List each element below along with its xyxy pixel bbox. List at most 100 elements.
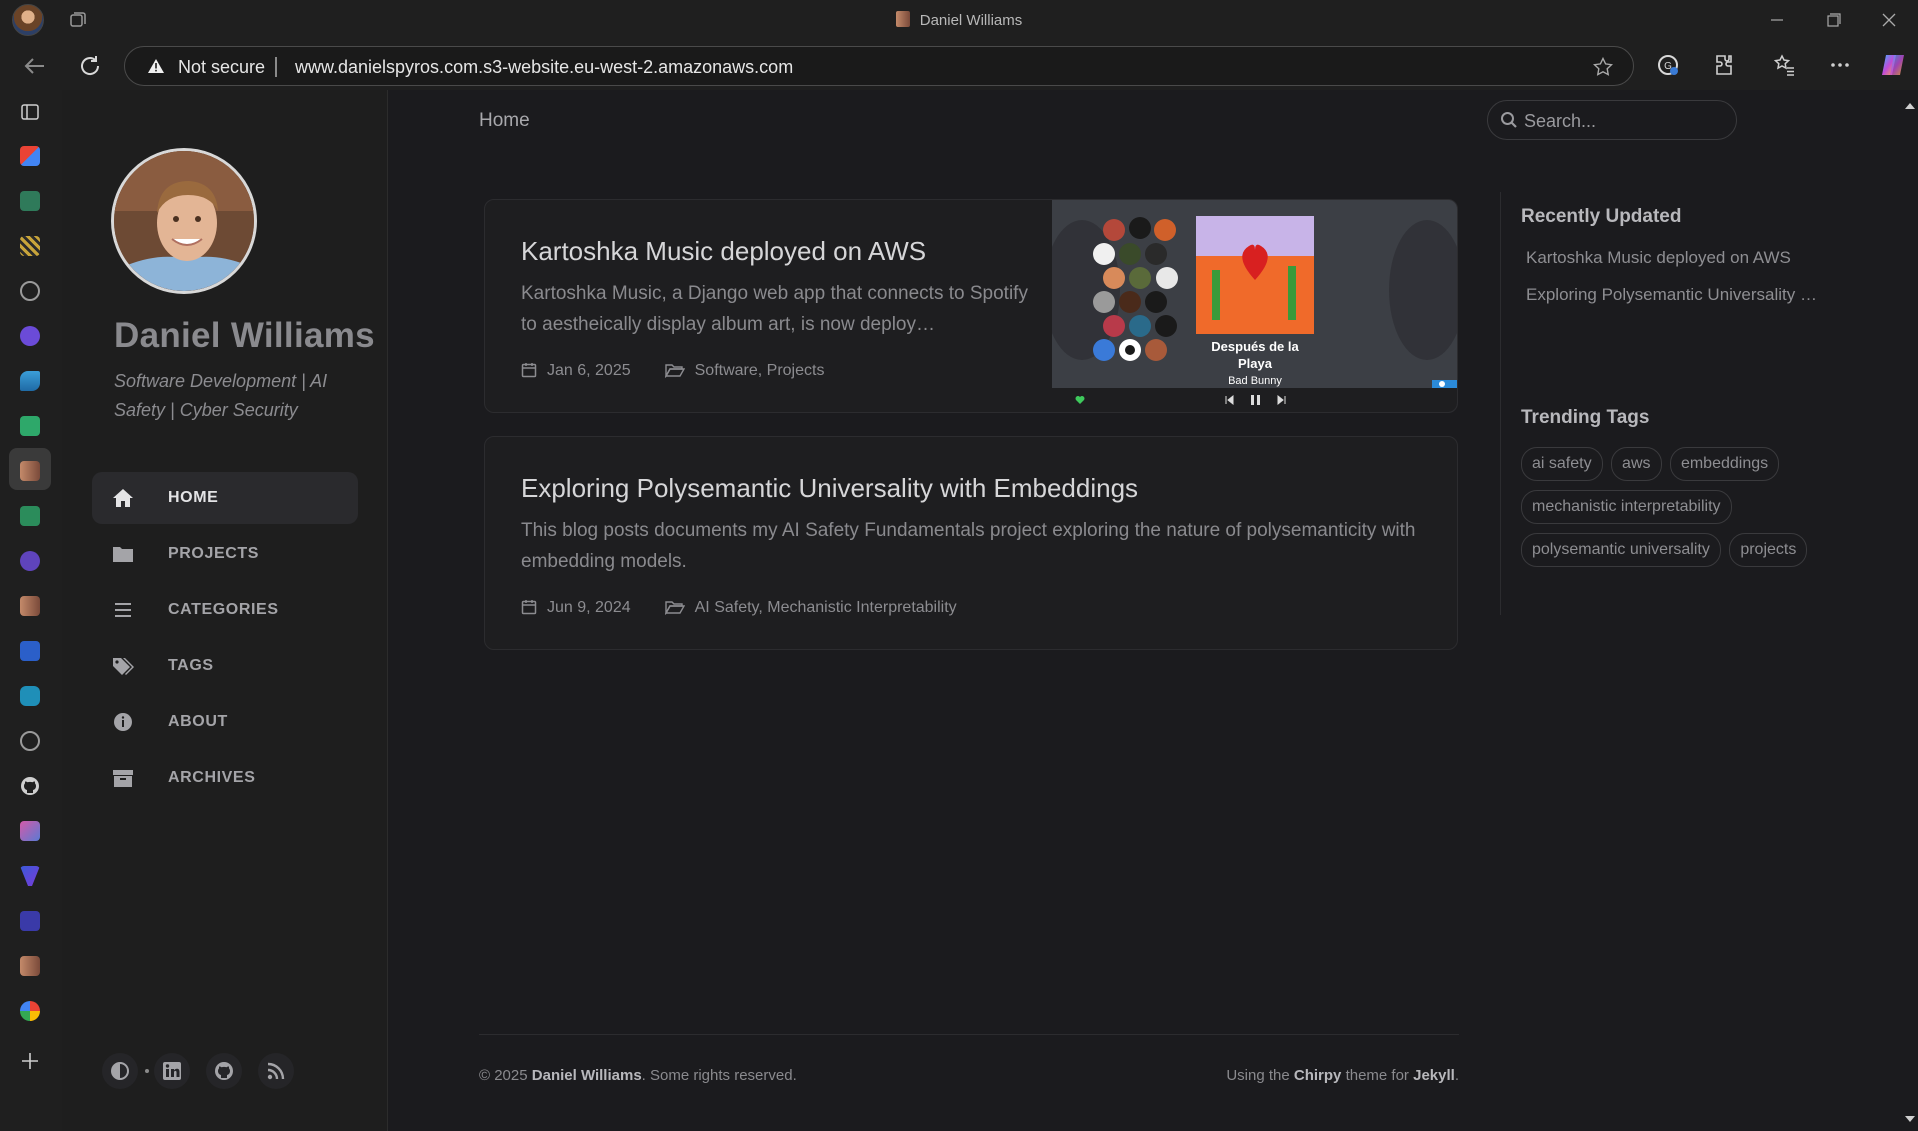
tab-icon-7[interactable] [20, 416, 40, 436]
trending-tags-heading: Trending Tags [1521, 407, 1650, 428]
post-description: This blog posts documents my AI Safety F… [521, 520, 1416, 572]
close-icon[interactable] [1876, 8, 1902, 32]
google-tab-icon[interactable] [20, 1001, 40, 1021]
scroll-up-icon[interactable] [1902, 98, 1918, 114]
tag-chip[interactable]: embeddings [1669, 447, 1780, 481]
page-scrollbar[interactable] [1902, 90, 1918, 1131]
stream-icon [115, 603, 131, 617]
post-title[interactable]: Kartoshka Music deployed on AWS [521, 236, 926, 267]
calendar-icon [521, 363, 537, 378]
right-panel: Recently Updated Kartoshka Music deploye… [1500, 192, 1840, 615]
archive-icon [113, 770, 133, 787]
active-site-tab-icon[interactable] [20, 461, 40, 481]
nav-item-archives[interactable]: ARCHIVES [92, 752, 358, 804]
post-preview-image[interactable]: Después de la Playa Bad Bunny [1052, 200, 1457, 412]
minimize-icon[interactable] [1764, 8, 1790, 32]
search-input[interactable] [1524, 109, 1724, 133]
dans-tools-tab-icon[interactable] [20, 911, 40, 931]
scroll-down-icon[interactable] [1902, 1111, 1918, 1127]
tab-icon-16[interactable] [20, 821, 40, 841]
browser-toolbar: Not secure www.danielspyros.com.s3-websi… [0, 40, 1918, 90]
recent-post-link[interactable]: Kartoshka Music deployed on AWS [1526, 248, 1826, 285]
nav-item-tags[interactable]: TAGS [92, 640, 358, 692]
favorite-star-icon[interactable] [1593, 57, 1613, 77]
blog-sidebar: Daniel Williams Software Development | A… [62, 90, 388, 1131]
security-label[interactable]: Not secure [178, 57, 265, 78]
tags-icon [113, 658, 134, 675]
blog-nav: HOME PROJECTS CATEGORIES TAGS ABOUT ARCH… [92, 472, 358, 808]
recently-updated-section: Recently Updated Kartoshka Music deploye… [1501, 192, 1840, 377]
copilot-icon[interactable] [1880, 51, 1908, 79]
nav-item-projects[interactable]: PROJECTS [92, 528, 358, 580]
extension-badge-icon[interactable]: G [1656, 53, 1680, 77]
nav-item-home[interactable]: HOME [92, 472, 358, 524]
github-button[interactable] [206, 1053, 242, 1089]
preview-album-title-2: Playa [1238, 356, 1273, 371]
tab-icon-2[interactable] [20, 191, 40, 211]
site-favicon-icon [895, 11, 910, 27]
sidebar-toggle-icon[interactable] [20, 102, 40, 122]
post-categories: Software, Projects [694, 362, 825, 379]
chirpy-link[interactable]: Chirpy [1294, 1067, 1342, 1084]
new-tab-plus-icon[interactable] [20, 1051, 40, 1071]
theme-toggle-button[interactable] [102, 1053, 138, 1089]
nav-item-categories[interactable]: CATEGORIES [92, 584, 358, 636]
tab-icon-9[interactable] [20, 506, 40, 526]
tag-chip[interactable]: aws [1611, 447, 1662, 481]
post-date: Jun 9, 2024 [547, 599, 631, 616]
footer-owner-link[interactable]: Daniel Williams [532, 1067, 642, 1084]
address-bar[interactable]: Not secure www.danielspyros.com.s3-websi… [124, 46, 1634, 86]
tab-icon-17[interactable] [20, 866, 40, 886]
extensions-puzzle-icon[interactable] [1712, 53, 1736, 77]
recent-post-link[interactable]: Exploring Polysemantic Universality … [1526, 285, 1826, 322]
tab-icon-19[interactable] [20, 956, 40, 976]
url-text[interactable]: www.danielspyros.com.s3-website.eu-west-… [295, 57, 793, 78]
window-title: Daniel Williams [0, 11, 1918, 29]
tab-icon-11[interactable] [20, 596, 40, 616]
tab-icon-6[interactable] [20, 371, 40, 391]
favorites-collection-icon[interactable] [1772, 53, 1796, 77]
folder-icon [113, 547, 133, 562]
kartoshka-preview-icon: Después de la Playa Bad Bunny [1052, 200, 1457, 412]
restore-icon[interactable] [1820, 8, 1846, 32]
site-title[interactable]: Daniel Williams [114, 316, 375, 356]
tab-icon-5[interactable] [20, 326, 40, 346]
rss-button[interactable] [258, 1053, 294, 1089]
tab-icon-10[interactable] [20, 551, 40, 571]
tab-icon-12[interactable] [20, 641, 40, 661]
folder-open-icon [664, 364, 685, 378]
search-box[interactable] [1487, 100, 1737, 140]
more-options-icon[interactable] [1828, 53, 1852, 77]
jekyll-link[interactable]: Jekyll [1413, 1067, 1455, 1084]
nav-item-about[interactable]: ABOUT [92, 696, 358, 748]
rss-icon [267, 1062, 285, 1080]
refresh-icon[interactable] [77, 53, 103, 79]
tab-icon-3[interactable] [20, 236, 40, 256]
preview-artist: Bad Bunny [1228, 375, 1282, 387]
gmail-tab-icon[interactable] [20, 146, 40, 166]
linkedin-icon [163, 1062, 181, 1080]
author-avatar[interactable] [111, 148, 257, 294]
back-arrow-icon[interactable] [22, 53, 48, 79]
page-footer: © 2025 Daniel Williams. Some rights rese… [479, 1034, 1459, 1084]
github-tab-icon[interactable] [20, 776, 40, 796]
contrast-icon [111, 1062, 129, 1080]
web-page: Daniel Williams Software Development | A… [62, 90, 1902, 1131]
tab-icon-13[interactable] [20, 686, 40, 706]
post-card[interactable]: Exploring Polysemantic Universality with… [484, 436, 1458, 650]
openai-tab-icon-2[interactable] [20, 731, 40, 751]
linkedin-button[interactable] [154, 1053, 190, 1089]
recently-updated-heading: Recently Updated [1521, 206, 1682, 227]
warning-icon[interactable] [147, 58, 165, 74]
home-icon [113, 489, 133, 507]
search-icon [1501, 112, 1517, 128]
footer-copyright: © 2025 Daniel Williams. Some rights rese… [479, 1067, 797, 1084]
post-description: Kartoshka Music, a Django web app that c… [521, 283, 1028, 335]
post-card[interactable]: Kartoshka Music deployed on AWS Kartoshk… [484, 199, 1458, 413]
tag-chip[interactable]: mechanistic interpretability [1521, 490, 1732, 524]
tag-chip[interactable]: ai safety [1521, 447, 1603, 481]
tag-chip[interactable]: projects [1729, 533, 1808, 567]
openai-tab-icon[interactable] [20, 281, 40, 301]
post-title[interactable]: Exploring Polysemantic Universality with… [521, 473, 1138, 504]
tag-chip[interactable]: polysemantic universality [1521, 533, 1721, 567]
